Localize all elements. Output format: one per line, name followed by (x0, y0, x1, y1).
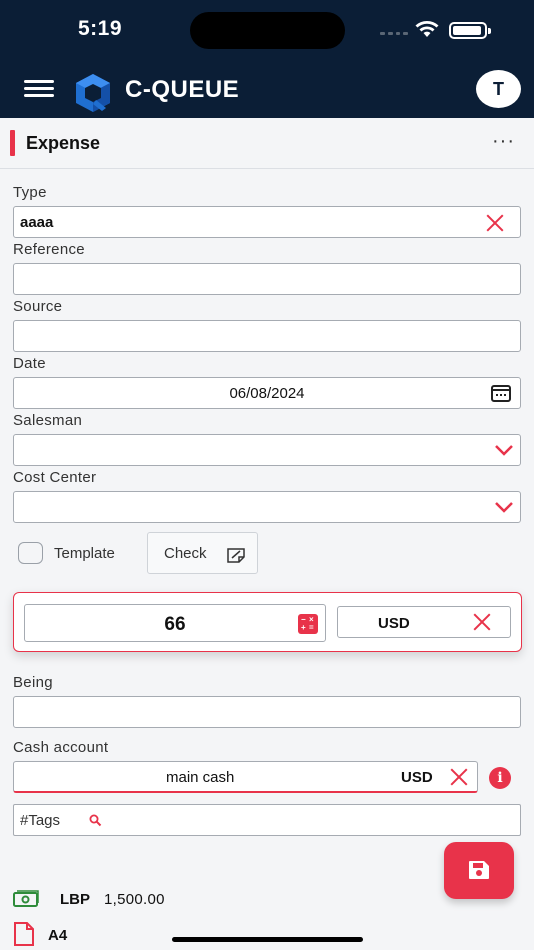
paper-size: A4 (48, 927, 68, 944)
being-field[interactable] (13, 696, 521, 728)
money-icon (13, 890, 39, 907)
template-label: Template (54, 545, 115, 562)
template-checkbox[interactable] (18, 542, 43, 564)
cash-account-field[interactable]: main cash USD (13, 761, 478, 793)
date-field[interactable]: 06/08/2024 (13, 377, 521, 409)
battery-icon (449, 22, 491, 39)
chevron-down-icon[interactable] (494, 443, 514, 457)
title-accent (10, 130, 15, 156)
tags-field[interactable]: #Tags (13, 804, 521, 836)
cash-account-label: Cash account (13, 739, 109, 756)
check-button-label: Check (164, 545, 207, 562)
document-icon (14, 922, 34, 946)
signal-icon (380, 32, 408, 36)
home-indicator[interactable] (172, 937, 363, 942)
salesman-select[interactable] (13, 434, 521, 466)
reference-label: Reference (13, 241, 85, 258)
type-label: Type (13, 184, 47, 201)
date-label: Date (13, 355, 46, 372)
logo-icon (76, 74, 110, 112)
cash-account-value: main cash (166, 769, 235, 786)
cost-center-select[interactable] (13, 491, 521, 523)
menu-icon[interactable] (24, 80, 54, 98)
salesman-label: Salesman (13, 412, 83, 429)
chevron-down-icon[interactable] (494, 500, 514, 514)
search-icon (89, 814, 102, 827)
reference-field[interactable] (13, 263, 521, 295)
check-button[interactable]: Check (147, 532, 258, 574)
app-header: 5:19 C-QUEUE T (0, 0, 534, 118)
balance-currency: LBP (60, 891, 90, 908)
amount-value: 66 (164, 614, 186, 635)
wifi-icon (415, 21, 439, 37)
save-button[interactable] (444, 842, 514, 899)
source-field[interactable] (13, 320, 521, 352)
amount-input[interactable]: 66 − × + = (24, 604, 326, 642)
source-label: Source (13, 298, 63, 315)
type-value: aaaa (20, 214, 54, 231)
avatar[interactable]: T (476, 70, 521, 108)
info-icon[interactable]: i (489, 767, 511, 789)
currency-field[interactable]: USD (337, 606, 511, 638)
clear-icon[interactable] (484, 212, 506, 234)
status-time: 5:19 (78, 17, 123, 40)
more-icon[interactable]: ··· (492, 130, 515, 153)
dynamic-island (190, 12, 345, 49)
clear-icon[interactable] (471, 611, 493, 633)
clear-icon[interactable] (448, 766, 470, 788)
date-value: 06/08/2024 (229, 385, 305, 402)
edit-note-icon (227, 548, 245, 563)
page-title-bar: Expense ··· (0, 118, 534, 169)
being-label: Being (13, 674, 53, 691)
calendar-icon[interactable] (491, 385, 511, 402)
calculator-icon[interactable]: − × + = (298, 614, 318, 634)
cash-account-currency: USD (401, 769, 433, 786)
type-field[interactable]: aaaa (13, 206, 521, 238)
save-icon (469, 861, 489, 879)
tags-label: #Tags (20, 812, 61, 829)
app-name: C-QUEUE (125, 76, 240, 103)
cost-center-label: Cost Center (13, 469, 97, 486)
page-title: Expense (26, 133, 101, 153)
amount-card: 66 − × + = USD (13, 592, 522, 652)
balance-amount: 1,500.00 (104, 891, 165, 908)
currency-value: USD (378, 615, 410, 632)
